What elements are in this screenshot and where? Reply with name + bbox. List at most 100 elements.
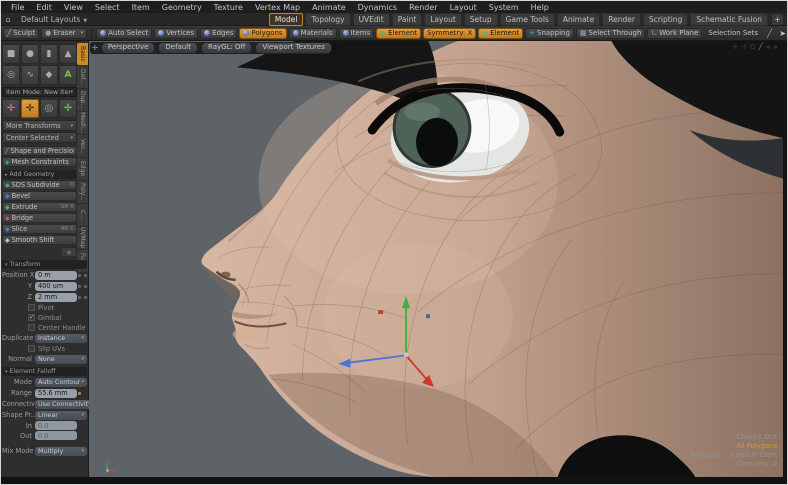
shading-button[interactable]: Default: [158, 42, 198, 54]
geometry-command[interactable]: ◆Smooth Shift: [2, 235, 77, 245]
transform-header[interactable]: ▾Transform: [2, 260, 87, 269]
menu-item[interactable]: Texture: [208, 3, 249, 12]
selection-mode-button[interactable]: Vertices: [154, 28, 198, 39]
item-mode-dropdown[interactable]: Item Mode: New Item▾: [2, 87, 77, 97]
home-icon[interactable]: ⌂: [1, 15, 15, 24]
in-field[interactable]: 0.0: [35, 421, 77, 430]
projection-button[interactable]: Perspective: [101, 42, 156, 54]
panel-tab[interactable]: Poly...: [77, 181, 88, 203]
cone-icon[interactable]: ▲: [59, 44, 77, 64]
panel-tab[interactable]: UVMap: [77, 227, 88, 249]
gizmo-center[interactable]: [404, 353, 408, 357]
selection-mode-button[interactable]: Items: [339, 28, 375, 39]
layout-tab[interactable]: Topology: [305, 13, 350, 26]
geometry-command[interactable]: ◆Bevel: [2, 191, 77, 201]
menu-item[interactable]: Edit: [30, 3, 58, 12]
layout-tab[interactable]: Model: [269, 13, 304, 26]
layout-tab[interactable]: Game Tools: [500, 13, 555, 26]
menu-item[interactable]: Geometry: [156, 3, 208, 12]
element-tool-icon[interactable]: ✛: [59, 99, 77, 118]
geometry-more-button[interactable]: ≡: [61, 247, 77, 257]
eraser-button[interactable]: ●Eraser▾: [41, 28, 87, 39]
selection-mode-button[interactable]: Polygons: [239, 28, 286, 39]
panel-tab[interactable]: Def...: [77, 66, 88, 88]
pan-icon[interactable]: ✛: [732, 43, 738, 51]
brush-icon[interactable]: ╱: [764, 28, 775, 39]
menu-item[interactable]: Dynamics: [352, 3, 403, 12]
position-z-field[interactable]: 2 mm: [35, 293, 77, 302]
mesh-constraints-button[interactable]: ◈Mesh Constraints: [2, 157, 77, 167]
selection-mode-button[interactable]: Edges: [200, 28, 237, 39]
geometry-command[interactable]: ◆SDS SubdivideD: [2, 180, 77, 190]
menu-item[interactable]: Help: [525, 3, 555, 12]
add-tab-button[interactable]: +: [772, 14, 783, 25]
shape-preset-dropdown[interactable]: Linear▾: [35, 411, 87, 420]
layout-tab[interactable]: Schematic Fusion: [690, 13, 768, 26]
panel-tab[interactable]: Basic: [77, 43, 88, 65]
panel-tab[interactable]: Edge: [77, 158, 88, 180]
field-stepper[interactable]: [77, 274, 87, 277]
soft-drag-tool-icon[interactable]: ◎: [40, 99, 58, 118]
settings-icon[interactable]: ∗: [766, 43, 772, 51]
cylinder-icon[interactable]: ▮: [40, 44, 58, 64]
viewport-grid-icon[interactable]: ✛: [92, 44, 98, 52]
range-field[interactable]: 55.6 mm: [35, 389, 77, 398]
capsule-icon[interactable]: ◆: [40, 65, 58, 85]
menu-item[interactable]: Animate: [306, 3, 352, 12]
menu-item[interactable]: Select: [89, 3, 126, 12]
position-y-field[interactable]: 400 um: [35, 282, 77, 291]
shape-precision-button[interactable]: ╱Shape and Precision: [2, 146, 77, 156]
layout-switcher[interactable]: Default Layouts▼: [15, 15, 93, 24]
work-plane-button[interactable]: ∟Work Plane: [647, 28, 702, 39]
falloff-button[interactable]: ∗Element: [478, 28, 523, 39]
draw-icon[interactable]: ╱: [758, 43, 762, 51]
sphere-icon[interactable]: ●: [21, 44, 39, 64]
element-falloff-header[interactable]: ▾Element Falloff: [2, 367, 87, 376]
transform-tool-icon[interactable]: ✛: [21, 99, 39, 118]
panel-tab[interactable]: Dup...: [77, 89, 88, 111]
viewport-3d[interactable]: ✛ Perspective Default RayGL: Off Viewpor…: [89, 41, 783, 477]
menu-icon[interactable]: ▸: [774, 43, 778, 51]
out-field[interactable]: 0.0: [35, 431, 77, 440]
select-through-button[interactable]: ▦Select Through: [576, 28, 645, 39]
selection-mode-button[interactable]: Auto Select: [96, 28, 152, 39]
position-x-field[interactable]: 0 m: [35, 271, 77, 280]
duplicate-dropdown[interactable]: Instance▾: [35, 334, 87, 343]
menu-item[interactable]: Render: [403, 3, 443, 12]
sculpt-button[interactable]: ╱Sculpt: [3, 28, 39, 39]
move-tool-icon[interactable]: ✛: [2, 99, 20, 118]
layout-tab[interactable]: Animate: [557, 13, 600, 26]
center-selected-dropdown[interactable]: Center Selected▾: [2, 132, 77, 143]
curve-tool-icon[interactable]: ∿: [21, 65, 39, 85]
action-center-button[interactable]: ∗Element: [376, 28, 421, 39]
geometry-command[interactable]: ◆ExtrudeSft X: [2, 202, 77, 212]
geometry-command[interactable]: ◆Bridge: [2, 213, 77, 223]
gimbal-checkbox[interactable]: ✓: [28, 314, 35, 321]
rotate-icon[interactable]: ↺: [741, 43, 747, 51]
panel-tab[interactable]: Mesh...: [77, 112, 88, 134]
raygl-button[interactable]: RayGL: Off: [201, 42, 252, 54]
normal-dropdown[interactable]: None▾: [35, 355, 87, 364]
model-canvas[interactable]: [89, 41, 783, 477]
panel-tab[interactable]: Ver...: [77, 135, 88, 157]
menu-item[interactable]: File: [5, 3, 30, 12]
selection-sets-button[interactable]: Selection Sets: [704, 28, 762, 39]
mode-dropdown[interactable]: Auto Contour▾: [35, 378, 87, 387]
text-tool-icon[interactable]: A: [59, 65, 77, 85]
selected-vertex-blue[interactable]: [426, 314, 430, 318]
viewport-textures-button[interactable]: Viewport Textures: [255, 42, 331, 54]
panel-tab[interactable]: C...: [77, 204, 88, 226]
selection-mode-button[interactable]: Materials: [289, 28, 337, 39]
field-stepper[interactable]: [77, 285, 87, 288]
layout-tab[interactable]: Render: [602, 13, 641, 26]
field-stepper[interactable]: [77, 392, 87, 395]
cursor-icon[interactable]: ➤: [777, 28, 788, 39]
menu-item[interactable]: System: [483, 3, 525, 12]
menu-item[interactable]: Item: [126, 3, 156, 12]
layout-tab[interactable]: Setup: [464, 13, 498, 26]
add-geometry-header[interactable]: ▸Add Geometry: [2, 170, 77, 179]
field-stepper[interactable]: [77, 296, 87, 299]
symmetry-button[interactable]: Symmetry: X: [423, 28, 476, 39]
zoom-icon[interactable]: Q: [750, 43, 756, 51]
layout-tab[interactable]: Scripting: [643, 13, 688, 26]
